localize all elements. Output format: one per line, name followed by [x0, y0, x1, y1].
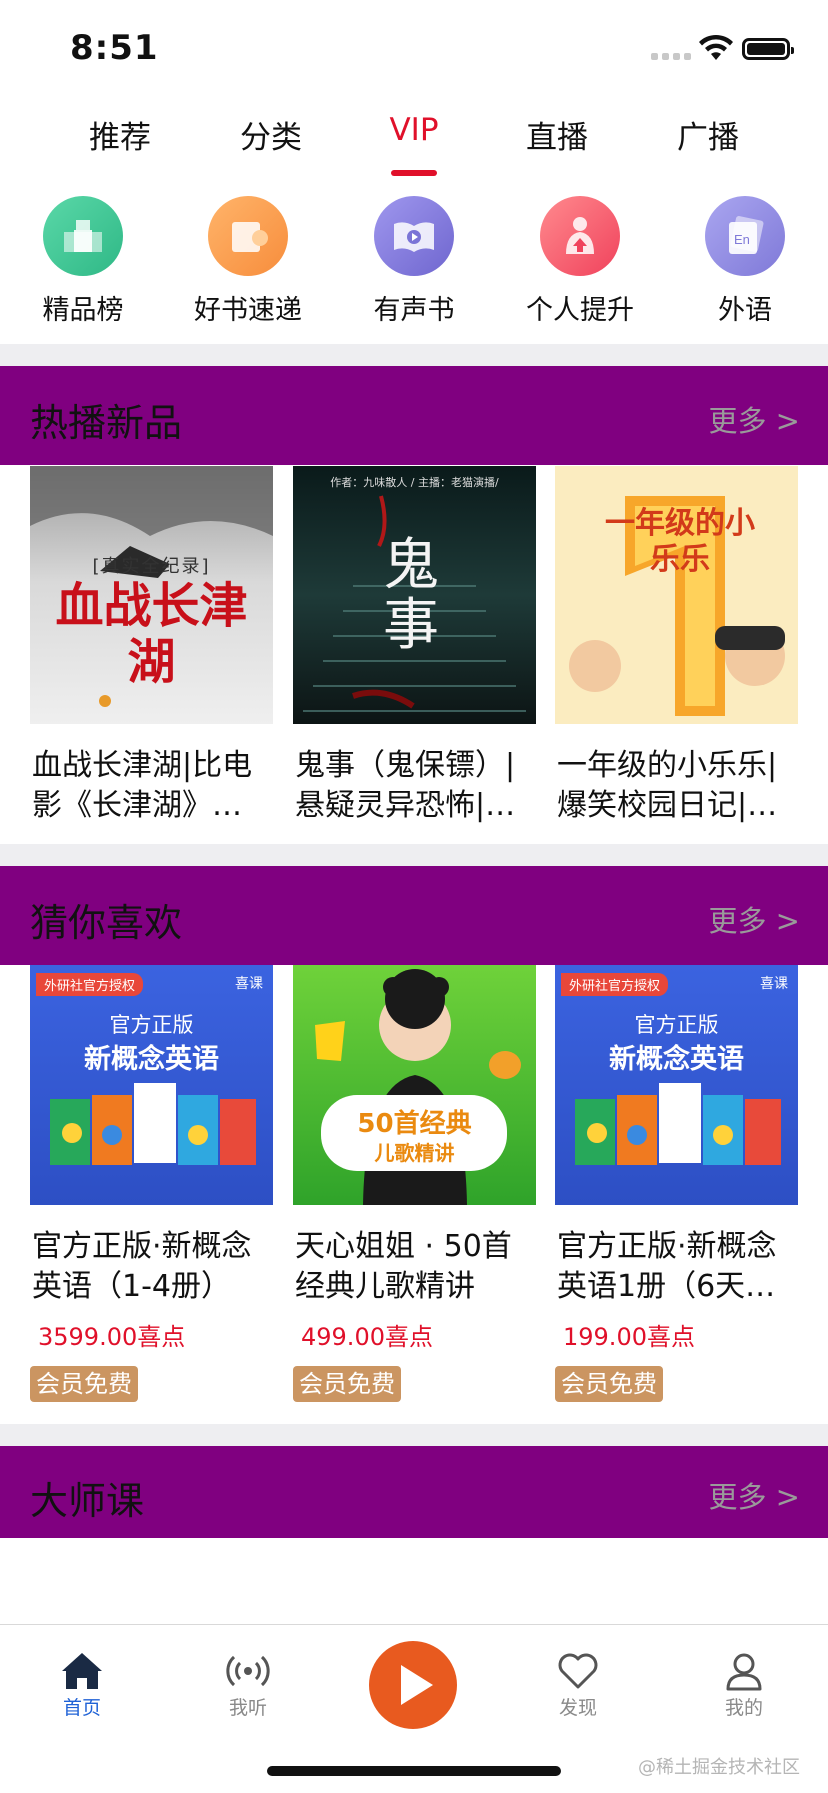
course-cover: 外研社官方授权 喜课 官方正版 新概念英语	[555, 965, 798, 1205]
cover-subtitle: 儿歌精讲	[374, 1141, 455, 1165]
tab-vip[interactable]: VIP	[344, 112, 484, 148]
member-free-badge: 会员免费	[555, 1366, 663, 1402]
book-card[interactable]: 作者：九味散人 / 主播：老猫演播/ 鬼事 鬼事（鬼保镖）|悬疑灵异恐怖|…	[293, 466, 536, 826]
more-link[interactable]: 更多 >	[708, 1474, 800, 1516]
course-cover: 50首经典 儿歌精讲	[293, 965, 536, 1205]
course-title: 官方正版·新概念英语（1-4册）	[32, 1229, 252, 1304]
category-label: 好书速递	[194, 295, 302, 326]
section-header-guess-you-like: 猜你喜欢 更多 >	[0, 866, 828, 965]
category-row: 精品榜 好书速递 有声书 个人提升 En 外语	[0, 194, 828, 344]
active-tab-indicator	[391, 170, 437, 176]
tab-live[interactable]: 直播	[487, 112, 627, 157]
battery-icon	[742, 38, 794, 60]
bottom-tab-label: 发现	[558, 1697, 597, 1719]
bottom-tab-discover[interactable]: 发现	[528, 1651, 628, 1720]
price: 499.00喜点	[301, 1323, 433, 1351]
price: 3599.00喜点	[38, 1323, 186, 1351]
section-title: 猜你喜欢	[30, 901, 183, 945]
book-card[interactable]: 一年级的小乐乐 一年级的小乐乐|爆笑校园日记|…	[555, 466, 798, 826]
book-cover: [真实全纪录] 血战长津湖	[30, 466, 273, 724]
cover-title: 鬼事	[383, 533, 439, 658]
section-header-master-class: 大师课 更多 >	[0, 1446, 828, 1538]
section-divider	[0, 1424, 828, 1446]
book-title: 鬼事（鬼保镖）|悬疑灵异恐怖|…	[295, 748, 516, 823]
price: 199.00喜点	[563, 1323, 695, 1351]
category-label: 外语	[718, 295, 772, 326]
home-icon	[62, 1653, 102, 1689]
book-delivery-icon	[208, 196, 288, 276]
member-free-badge: 会员免费	[30, 1366, 138, 1402]
audiobook-icon	[374, 196, 454, 276]
course-card[interactable]: 50首经典 儿歌精讲 天心姐姐 · 50首经典儿歌精讲 499.00喜点 会员免…	[293, 965, 536, 1402]
section-title: 大师课	[30, 1479, 145, 1523]
category-foreign-language[interactable]: En 外语	[665, 194, 825, 327]
cover-subtitle: 作者：九味散人 / 主播：老猫演播/	[330, 476, 499, 489]
category-label: 个人提升	[526, 295, 634, 326]
cover-title: 50首经典	[357, 1109, 472, 1139]
category-audiobook[interactable]: 有声书	[334, 194, 494, 327]
play-icon	[401, 1665, 433, 1705]
book-title: 血战长津湖|比电影《长津湖》…	[32, 748, 253, 823]
status-bar: 8:51	[0, 0, 828, 98]
cellular-signal-icon	[651, 53, 691, 60]
heart-icon	[558, 1653, 598, 1689]
ranking-icon	[43, 196, 123, 276]
watermark: @稀土掘金技术社区	[638, 1757, 800, 1778]
more-link[interactable]: 更多 >	[708, 398, 800, 440]
tab-category[interactable]: 分类	[201, 112, 341, 157]
book-title: 一年级的小乐乐|爆笑校园日记|…	[557, 748, 778, 823]
tab-recommend[interactable]: 推荐	[50, 112, 190, 157]
cover-title: 血战长津湖	[55, 578, 248, 690]
category-ranking[interactable]: 精品榜	[3, 194, 163, 327]
course-cover: 外研社官方授权 喜课 官方正版 新概念英语	[30, 965, 273, 1205]
book-stack-illustration	[50, 1083, 256, 1165]
course-title: 天心姐姐 · 50首经典儿歌精讲	[295, 1229, 512, 1304]
book-card[interactable]: [真实全纪录] 血战长津湖 血战长津湖|比电影《长津湖》…	[30, 466, 273, 826]
more-link[interactable]: 更多 >	[708, 898, 800, 940]
wifi-icon	[699, 34, 733, 60]
member-free-badge: 会员免费	[293, 1366, 401, 1402]
top-tab-bar: 推荐 分类 VIP 直播 广播	[0, 104, 828, 180]
section-title: 热播新品	[30, 401, 183, 445]
book-cover: 一年级的小乐乐	[555, 466, 798, 724]
category-label: 精品榜	[42, 295, 124, 326]
broadcast-icon	[226, 1655, 270, 1687]
course-card[interactable]: 外研社官方授权 喜课 官方正版 新概念英语 官方正版·新概念英语1册（6天… 1…	[555, 965, 798, 1402]
category-label: 有声书	[373, 295, 455, 326]
cover-title: 一年级的小乐乐	[605, 506, 755, 577]
foreign-language-icon: En	[705, 196, 785, 276]
bottom-tab-label: 首页	[62, 1697, 101, 1719]
play-button[interactable]	[369, 1641, 457, 1729]
cover-subtitle: [真实全纪录]	[92, 556, 211, 577]
svg-text:En: En	[734, 232, 750, 247]
section-divider	[0, 344, 828, 366]
home-indicator[interactable]	[267, 1766, 561, 1776]
bottom-tab-home[interactable]: 首页	[32, 1651, 132, 1720]
self-improvement-icon	[540, 196, 620, 276]
status-time: 8:51	[70, 28, 159, 68]
bottom-tab-label: 我听	[228, 1697, 267, 1719]
bottom-tab-mine[interactable]: 我的	[694, 1651, 794, 1720]
book-stack-illustration	[575, 1083, 781, 1165]
course-title: 官方正版·新概念英语1册（6天…	[557, 1229, 777, 1304]
section-header-hot-new: 热播新品 更多 >	[0, 366, 828, 465]
course-card[interactable]: 外研社官方授权 喜课 官方正版 新概念英语 官方正版·新概念英语（1-4册） 3…	[30, 965, 273, 1402]
section-divider	[0, 844, 828, 866]
tab-radio[interactable]: 广播	[638, 112, 778, 157]
bottom-tab-listen[interactable]: 我听	[198, 1651, 298, 1720]
user-icon	[726, 1653, 762, 1691]
bottom-tab-label: 我的	[724, 1697, 763, 1719]
book-cover: 作者：九味散人 / 主播：老猫演播/ 鬼事	[293, 466, 536, 724]
category-book-delivery[interactable]: 好书速递	[168, 194, 328, 327]
category-self-improvement[interactable]: 个人提升	[500, 194, 660, 327]
